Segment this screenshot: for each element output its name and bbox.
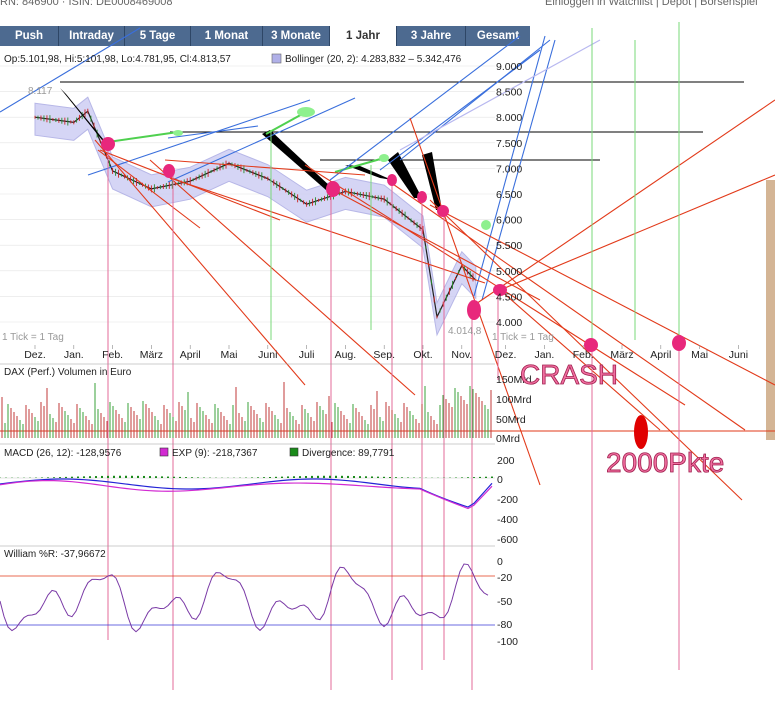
exp-legend-swatch bbox=[159, 447, 169, 457]
volume-tick: 0Mrd bbox=[496, 433, 520, 445]
macd-tick: 200 bbox=[497, 455, 515, 467]
tick-note-right: 1 Tick = 1 Tag bbox=[492, 332, 554, 343]
volume-title: DAX (Perf.) Volumen in Euro bbox=[4, 367, 132, 378]
target-annotation: 2000Pkte bbox=[606, 447, 724, 478]
williams-tick: -80 bbox=[497, 619, 512, 631]
macd-tick: -200 bbox=[497, 494, 518, 506]
williams-tick: -20 bbox=[497, 572, 512, 584]
dax-chart: 9.000 8.500 8.000 7.500 7.000 6.500 6.000 5.500… bbox=[0, 22, 775, 690]
target-marker bbox=[634, 415, 648, 449]
price-tick-label: 7.500 bbox=[496, 138, 522, 150]
macd-divergence-bars bbox=[0, 475, 493, 478]
divergence-readout: Divergence: 89,7791 bbox=[302, 448, 395, 459]
blue-trend-lines bbox=[0, 27, 556, 301]
max-price-label: 8.117 bbox=[28, 86, 53, 97]
time-tick-label: Dez. bbox=[495, 349, 517, 361]
williams-tick: -50 bbox=[497, 596, 512, 608]
volume-tick: 50Mrd bbox=[496, 414, 526, 426]
price-tick-label: 8.500 bbox=[496, 87, 522, 99]
volume-tick: 100Mrd bbox=[496, 394, 532, 406]
time-tick-label: April bbox=[650, 349, 671, 361]
macd-tick: 0 bbox=[497, 474, 503, 486]
time-tick-label: Sep. bbox=[373, 349, 395, 361]
time-tick-label: Juli bbox=[299, 349, 315, 361]
price-tick-label: 8.000 bbox=[496, 112, 522, 124]
price-tick-label: 4.000 bbox=[496, 317, 522, 329]
bollinger-legend-swatch bbox=[271, 53, 282, 64]
williams-readout: William %R: -37,96672 bbox=[4, 549, 106, 560]
williams-tick: -100 bbox=[497, 636, 518, 648]
bollinger-readout: Bollinger (20, 2): 4.283,832 – 5.342,476 bbox=[285, 54, 462, 65]
price-tick-label: 6.000 bbox=[496, 215, 522, 227]
volume-bars bbox=[1, 382, 492, 438]
time-tick-label: Feb. bbox=[102, 349, 123, 361]
time-tick-label: Juni bbox=[729, 349, 748, 361]
macd-tick: -400 bbox=[497, 514, 518, 526]
time-tick-label: Mai bbox=[221, 349, 238, 361]
time-tick-label: Okt. bbox=[413, 349, 432, 361]
time-tick-label: Nov. bbox=[451, 349, 472, 361]
side-image-strip bbox=[766, 180, 775, 440]
price-tick-label: 9.000 bbox=[496, 61, 522, 73]
crash-annotation: CRASH bbox=[520, 359, 618, 390]
williams-tick: 0 bbox=[497, 556, 503, 568]
time-tick-label: Mai bbox=[691, 349, 708, 361]
exp-readout: EXP (9): -218,7367 bbox=[172, 448, 258, 459]
time-tick-label: Jan. bbox=[64, 349, 84, 361]
bollinger-band bbox=[34, 96, 477, 337]
divergence-legend-swatch bbox=[289, 447, 299, 457]
macd-readout: MACD (26, 12): -128,9576 bbox=[4, 448, 122, 459]
time-tick-label: Juni bbox=[258, 349, 277, 361]
tick-note-left: 1 Tick = 1 Tag bbox=[2, 332, 64, 343]
price-tick-label: 4.500 bbox=[496, 291, 522, 303]
price-tick-label: 7.000 bbox=[496, 163, 522, 175]
price-tick-label: 5.500 bbox=[496, 240, 522, 252]
time-tick-label: April bbox=[180, 349, 201, 361]
price-tick-label: 6.500 bbox=[496, 189, 522, 201]
time-tick-label: Aug. bbox=[335, 349, 357, 361]
time-tick-label: März bbox=[140, 349, 163, 361]
min-price-label: 4.014,8 bbox=[448, 326, 482, 337]
macd-line bbox=[0, 478, 493, 508]
time-axis: Dez. Jan. Feb. März April Mai Juni Juli Aug. Sep.… bbox=[24, 345, 748, 361]
price-tick-label: 5.000 bbox=[496, 266, 522, 278]
time-tick-label: Dez. bbox=[24, 349, 46, 361]
williams-line bbox=[0, 563, 489, 633]
ohlc-readout: Op:5.101,98, Hi:5:101,98, Lo:4.781,95, C… bbox=[4, 54, 231, 65]
macd-tick: -600 bbox=[497, 534, 518, 546]
